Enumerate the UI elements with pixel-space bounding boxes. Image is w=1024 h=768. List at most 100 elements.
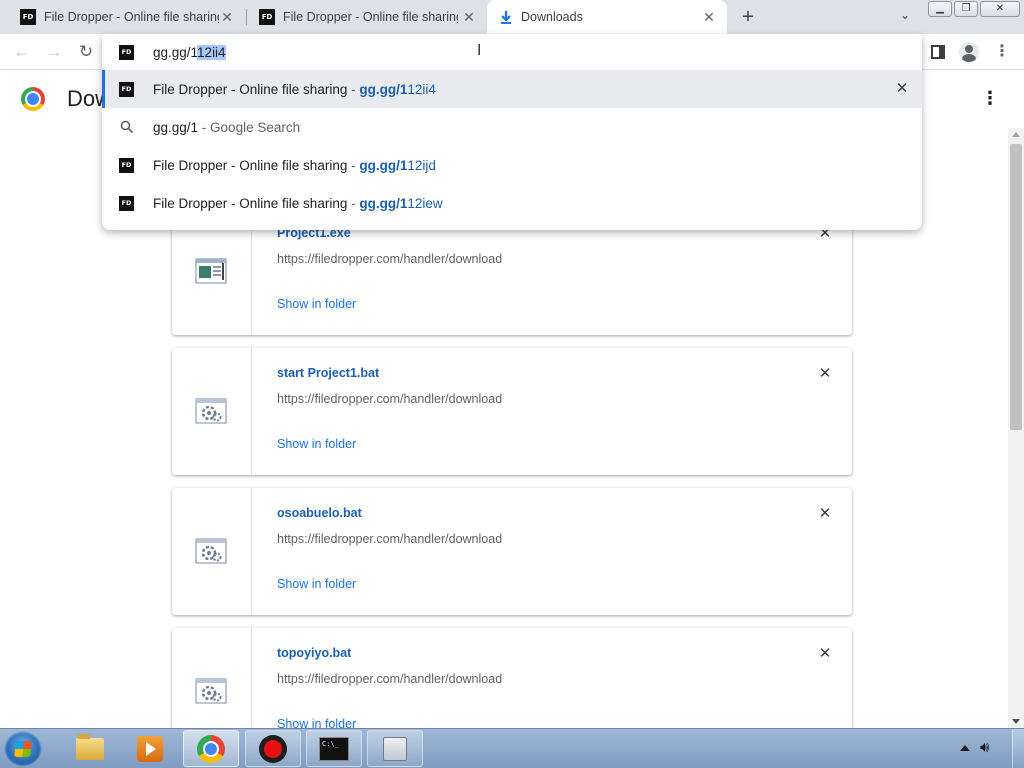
download-icon <box>499 9 513 25</box>
file-name-link[interactable]: start Project1.bat <box>277 366 379 380</box>
address-bar[interactable]: FD gg.gg/112ii4 I <box>102 34 922 70</box>
suggestion-text: File Dropper - Online file sharing - gg.… <box>153 196 443 211</box>
back-button[interactable]: ← <box>10 40 34 64</box>
tab-downloads[interactable]: Downloads ✕ <box>487 0 727 34</box>
file-source-url[interactable]: https://filedropper.com/handler/download <box>277 532 502 546</box>
show-hidden-icons-icon[interactable] <box>960 744 970 751</box>
page-scrollbar[interactable] <box>1008 128 1024 728</box>
taskbar-explorer-window[interactable] <box>367 730 423 767</box>
taskbar-command-prompt[interactable]: C:\_ <box>306 730 362 767</box>
profile-button[interactable] <box>957 40 981 64</box>
remove-download-button[interactable]: ✕ <box>817 646 833 662</box>
profile-icon <box>959 42 979 62</box>
suggestion-engine: Google Search <box>210 119 301 135</box>
download-item: osoabuelo.bat https://filedropper.com/ha… <box>172 488 852 615</box>
suggestion-item[interactable]: FD File Dropper - Online file sharing - … <box>102 70 922 108</box>
autocomplete-selection: 12ii4 <box>197 44 226 60</box>
side-panel-button[interactable] <box>926 40 950 64</box>
tab-close-icon[interactable]: ✕ <box>461 9 477 25</box>
tab-close-icon[interactable]: ✕ <box>219 9 235 25</box>
windows-taskbar: C:\_ 🔊︎ <box>0 728 1024 768</box>
suggestion-item[interactable]: FD File Dropper - Online file sharing - … <box>102 184 922 222</box>
chrome-menu-button[interactable]: ⋮ <box>990 40 1014 64</box>
tab-title: File Dropper - Online file sharing <box>283 10 458 24</box>
suggestion-separator: - <box>198 119 211 135</box>
cmd-icon: C:\_ <box>319 736 349 761</box>
suggestion-text: gg.gg/1 - Google Search <box>153 120 300 135</box>
taskbar-file-explorer[interactable] <box>62 730 118 767</box>
window-close-button[interactable]: ✕ <box>980 1 1020 17</box>
reload-button[interactable]: ↻ <box>74 40 98 64</box>
recorder-icon <box>259 734 287 763</box>
suggestion-separator: - <box>347 195 360 211</box>
text-cursor-icon: I <box>477 42 482 59</box>
restore-button[interactable]: ❐ <box>954 1 978 17</box>
downloads-menu-button[interactable]: ⋮ <box>980 88 1000 110</box>
typed-text: gg.gg/1 <box>153 44 198 60</box>
filedropper-favicon-icon: FD <box>119 81 134 97</box>
tab-2[interactable]: FD File Dropper - Online file sharing ✕ <box>239 0 487 34</box>
suggestion-url-match: gg.gg/1 <box>359 195 408 211</box>
explorer-icon <box>383 736 407 761</box>
suggestion-url-rest: 12ii4 <box>407 81 436 97</box>
folder-icon <box>76 733 104 760</box>
file-name-link[interactable]: topoyiyo.bat <box>277 646 351 660</box>
suggestion-url-rest: 12ijd <box>407 157 436 173</box>
minimize-button[interactable]: ▁ <box>928 1 952 17</box>
file-source-url[interactable]: https://filedropper.com/handler/download <box>277 252 502 266</box>
file-icon-column <box>172 348 252 475</box>
remove-download-button[interactable]: ✕ <box>817 366 833 382</box>
bat-file-icon <box>195 398 227 424</box>
download-item: start Project1.bat https://filedropper.c… <box>172 348 852 475</box>
suggestion-title: File Dropper - Online file sharing <box>153 81 348 97</box>
system-tray: 🔊︎ <box>960 739 989 756</box>
suggestion-item[interactable]: FD File Dropper - Online file sharing - … <box>102 146 922 184</box>
filedropper-favicon-icon: FD <box>119 195 134 211</box>
show-desktop-button[interactable] <box>1012 729 1024 768</box>
file-source-url[interactable]: https://filedropper.com/handler/download <box>277 672 502 686</box>
file-icon-column <box>172 488 252 615</box>
taskbar-chrome[interactable] <box>183 730 239 767</box>
show-in-folder-link[interactable]: Show in folder <box>277 437 356 451</box>
suggestion-text: File Dropper - Online file sharing - gg.… <box>153 82 436 97</box>
filedropper-favicon-icon: FD <box>119 44 134 60</box>
exe-file-icon <box>195 258 227 284</box>
tab-1[interactable]: FD File Dropper - Online file sharing ✕ <box>0 0 245 34</box>
forward-button[interactable]: → <box>42 40 66 64</box>
filedropper-favicon-icon: FD <box>119 157 134 173</box>
search-icon <box>120 120 134 134</box>
file-name-link[interactable]: osoabuelo.bat <box>277 506 362 520</box>
volume-icon[interactable]: 🔊︎ <box>980 739 989 756</box>
tab-close-icon[interactable]: ✕ <box>701 9 717 25</box>
chrome-icon <box>197 734 225 763</box>
address-input[interactable]: gg.gg/112ii4 <box>153 44 226 60</box>
start-button[interactable] <box>4 731 42 767</box>
tab-title: Downloads <box>521 10 583 24</box>
bat-file-icon <box>195 538 227 564</box>
tab-title: File Dropper - Online file sharing <box>44 10 219 24</box>
suggestion-item[interactable]: gg.gg/1 - Google Search <box>102 108 922 146</box>
suggestion-url-match: gg.gg/1 <box>359 81 408 97</box>
remove-download-button[interactable]: ✕ <box>817 506 833 522</box>
file-source-url[interactable]: https://filedropper.com/handler/download <box>277 392 502 406</box>
show-in-folder-link[interactable]: Show in folder <box>277 297 356 311</box>
suggestion-title: File Dropper - Online file sharing <box>153 195 348 211</box>
window-controls: ▁ ❐ ✕ <box>928 1 1022 17</box>
filedropper-favicon-icon: FD <box>20 9 36 25</box>
taskbar-media-player[interactable] <box>122 730 178 767</box>
taskbar-recorder[interactable] <box>245 730 301 767</box>
show-in-folder-link[interactable]: Show in folder <box>277 577 356 591</box>
suggestion-url-rest: 12iew <box>407 195 443 211</box>
omnibox-dropdown: FD gg.gg/112ii4 I FD File Dropper - Onli… <box>102 34 922 230</box>
suggestion-separator: - <box>347 157 360 173</box>
tab-strip: FD File Dropper - Online file sharing ✕ … <box>0 0 1024 34</box>
suggestion-url-match: gg.gg/1 <box>359 157 408 173</box>
suggestion-separator: - <box>347 81 360 97</box>
tab-search-chevron-icon[interactable]: ⌄ <box>895 8 915 26</box>
remove-suggestion-button[interactable]: ✕ <box>894 81 910 97</box>
scroll-thumb[interactable] <box>1010 144 1022 430</box>
new-tab-button[interactable]: + <box>737 6 759 28</box>
scroll-up-arrow-icon[interactable] <box>1012 132 1020 137</box>
bat-file-icon <box>195 678 227 704</box>
scroll-down-arrow-icon[interactable] <box>1012 719 1020 724</box>
